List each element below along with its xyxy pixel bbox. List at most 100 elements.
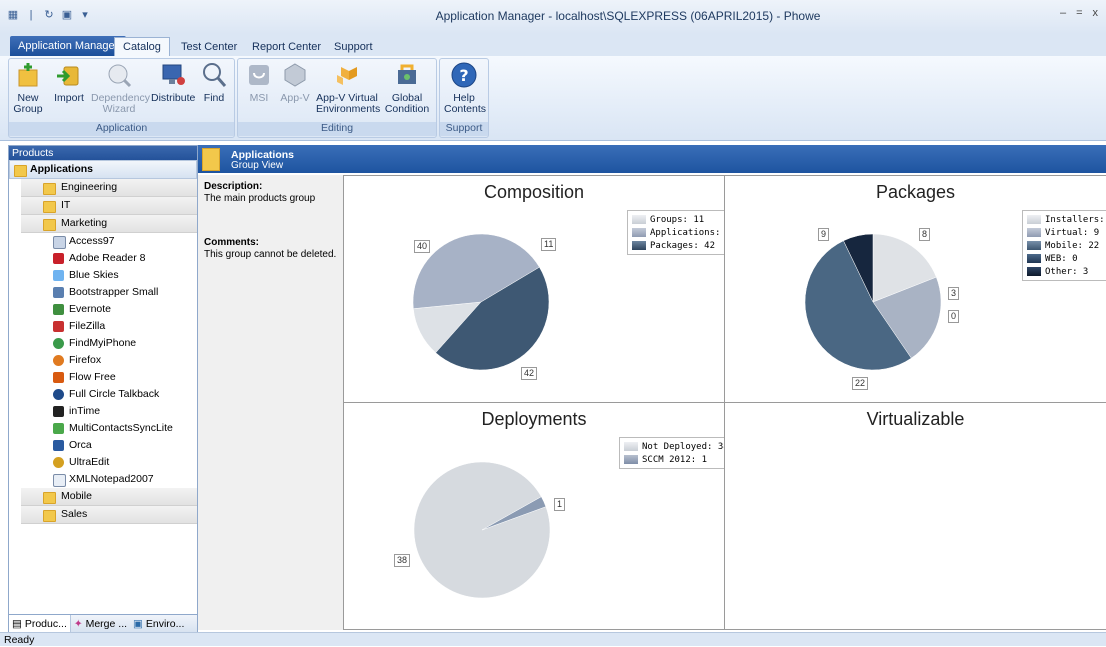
tree-node-group[interactable]: Marketing — [21, 215, 197, 233]
legend-swatch — [1027, 241, 1041, 250]
data-label: 8 — [919, 228, 931, 241]
tree-node-app[interactable]: Blue Skies — [9, 267, 197, 284]
chart-packages: Packages Installers: 8 Virtual: 9 Mobile… — [724, 175, 1106, 403]
data-label: 0 — [948, 310, 960, 323]
description-panel: Description: The main products group Com… — [198, 175, 344, 630]
tab-catalog[interactable]: Catalog — [114, 37, 170, 57]
products-icon: ▤ — [12, 618, 25, 630]
svg-text:?: ? — [459, 66, 468, 85]
products-panel-header: Products — [9, 146, 197, 160]
legend-item: Applications: 40 — [632, 226, 737, 239]
tree-node-app[interactable]: FindMyiPhone — [9, 335, 197, 352]
tree-node-group[interactable]: Engineering — [21, 179, 197, 197]
app-icon — [53, 474, 66, 487]
close-button[interactable]: x — [1093, 7, 1099, 19]
new-group-button[interactable]: New Group — [13, 61, 43, 115]
data-label: 40 — [414, 240, 431, 253]
app-icon — [53, 304, 64, 315]
tree-node-app[interactable]: MultiContactsSyncLite — [9, 420, 197, 437]
left-panel-tabs: ▤ Produc... ✦ Merge ... ▣ Enviro... — [9, 614, 197, 633]
tree-node-app[interactable]: inTime — [9, 403, 197, 420]
tab-application-manager[interactable]: Application Manager — [10, 36, 127, 56]
tab-test-center[interactable]: Test Center — [173, 38, 245, 56]
maximize-button[interactable]: = — [1076, 7, 1082, 19]
tree-node-group[interactable]: IT — [21, 197, 197, 215]
tab-report-center[interactable]: Report Center — [244, 38, 329, 56]
data-label: 1 — [554, 498, 566, 511]
legend-item: Other: 3 — [1027, 265, 1106, 278]
help-icon: ? — [451, 62, 477, 88]
legend-item: Groups: 11 — [632, 213, 737, 226]
app-icon — [53, 406, 64, 417]
chart-title: Virtualizable — [866, 409, 965, 429]
app-icon — [53, 372, 64, 383]
environments-icon: ▣ — [133, 618, 146, 630]
app-icon — [53, 253, 64, 264]
distribute-button[interactable]: Distribute — [151, 61, 195, 104]
import-button[interactable]: Import — [51, 61, 87, 104]
minimize-button[interactable]: – — [1060, 7, 1066, 19]
tree-node-app[interactable]: Bootstrapper Small — [9, 284, 197, 301]
comments-value: This group cannot be deleted. — [204, 249, 337, 260]
legend-swatch — [624, 442, 638, 451]
data-label: 3 — [948, 287, 960, 300]
help-contents-button[interactable]: ? Help Contents — [444, 61, 486, 115]
dependency-wizard-button[interactable]: Dependency Wizard — [91, 61, 150, 115]
tab-environments[interactable]: ▣ Enviro... — [130, 615, 187, 633]
tree-node-app[interactable]: Evernote — [9, 301, 197, 318]
find-button[interactable]: Find — [200, 61, 228, 104]
legend-item: WEB: 0 — [1027, 252, 1106, 265]
tree-node-app[interactable]: FileZilla — [9, 318, 197, 335]
merge-icon: ✦ — [73, 618, 86, 630]
charts-grid: Composition Groups: 11 Applications: 40 … — [343, 175, 1106, 630]
folder-icon — [43, 510, 56, 522]
tree-node-group[interactable]: Mobile — [21, 488, 197, 506]
chart-legend: Installers: 8 Virtual: 9 Mobile: 22 WEB:… — [1022, 210, 1106, 281]
group-application: New Group Import Dependency Wizard Distr… — [8, 58, 235, 138]
app-icon — [53, 236, 66, 249]
app-icon — [53, 440, 64, 451]
appv-virtual-environments-button[interactable]: App-V Virtual Environments — [316, 61, 380, 115]
tab-products[interactable]: ▤ Produc... — [9, 615, 71, 633]
tree-node-applications[interactable]: Applications — [9, 160, 197, 179]
appv-button[interactable]: App-V — [280, 61, 310, 104]
tab-merge[interactable]: ✦ Merge ... — [71, 615, 130, 633]
legend-swatch — [632, 241, 646, 250]
folder-icon — [43, 183, 56, 195]
description-value: The main products group — [204, 193, 316, 204]
global-condition-button[interactable]: Global Condition — [382, 61, 432, 115]
legend-swatch — [1027, 254, 1041, 263]
tree-node-app[interactable]: Full Circle Talkback — [9, 386, 197, 403]
legend-swatch — [624, 455, 638, 464]
distribute-icon — [162, 64, 185, 85]
status-text: Ready — [4, 634, 35, 646]
msi-button[interactable]: MSI — [244, 61, 274, 104]
group-label-application: Application — [9, 122, 234, 136]
tree-node-app[interactable]: Access97 — [9, 233, 197, 250]
data-label: 9 — [818, 228, 830, 241]
group-label-editing: Editing — [238, 122, 436, 136]
tree-node-app[interactable]: Orca — [9, 437, 197, 454]
app-icon — [53, 338, 64, 349]
legend-item: Not Deployed: 38 — [624, 440, 729, 453]
tree-node-app[interactable]: XMLNotepad2007 — [9, 471, 197, 488]
app-icon — [53, 270, 64, 281]
folder-icon — [43, 492, 56, 504]
tree-node-app[interactable]: Flow Free — [9, 369, 197, 386]
app-icon — [53, 423, 64, 434]
import-icon — [57, 66, 79, 86]
window-controls: – = x — [1060, 7, 1098, 19]
group-view-subtitle: Group View — [231, 160, 284, 171]
ribbon: New Group Import Dependency Wizard Distr… — [0, 56, 1106, 141]
virtual-environments-icon — [337, 67, 357, 85]
group-editing: MSI App-V App-V Virtual Environments Glo… — [237, 58, 437, 138]
tree-node-app[interactable]: UltraEdit — [9, 454, 197, 471]
tree-node-app[interactable]: Firefox — [9, 352, 197, 369]
tree-node-group[interactable]: Sales — [21, 506, 197, 524]
tab-support[interactable]: Support — [326, 38, 381, 56]
folder-icon — [43, 201, 56, 213]
folder-icon — [43, 219, 56, 231]
app-icon — [53, 457, 64, 468]
app-icon — [53, 321, 64, 332]
tree-node-app[interactable]: Adobe Reader 8 — [9, 250, 197, 267]
